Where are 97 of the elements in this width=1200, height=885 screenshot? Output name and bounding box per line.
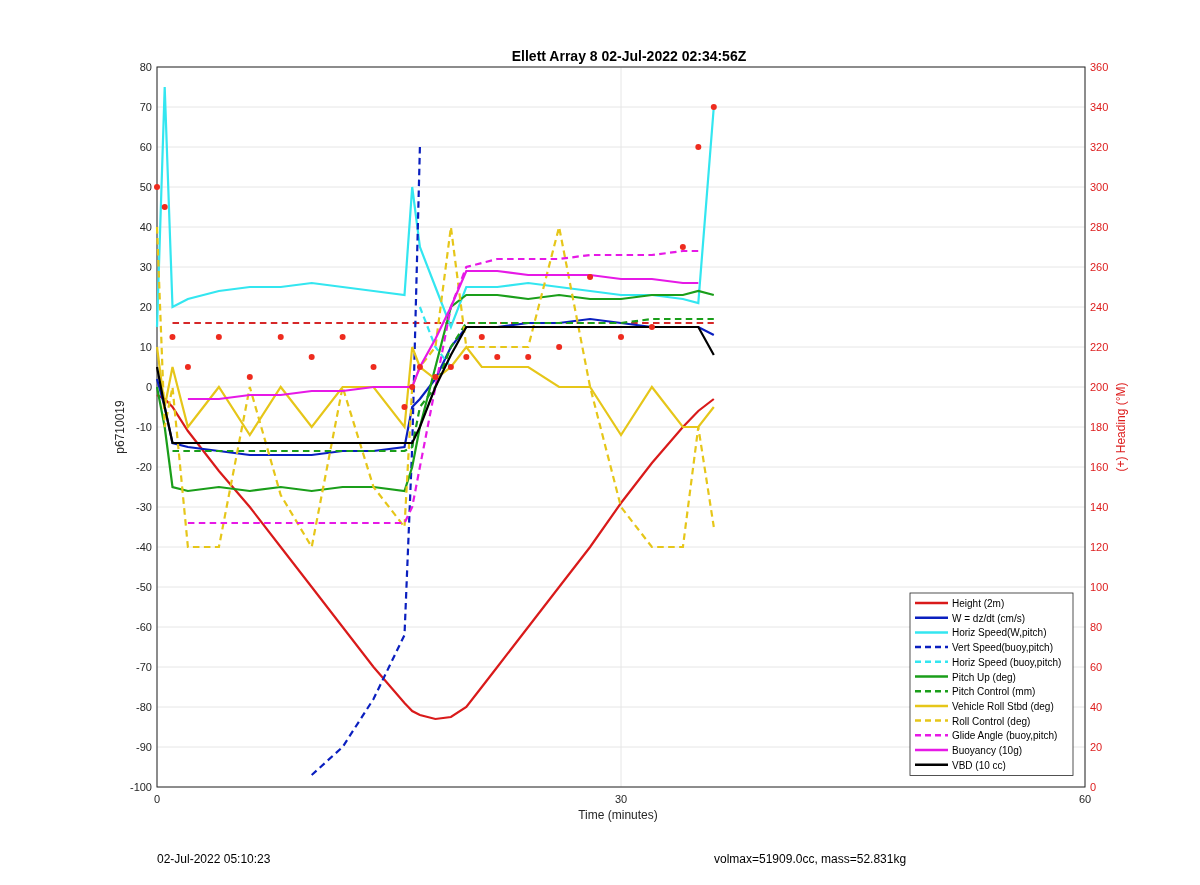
- y2-tick-label: 220: [1090, 341, 1109, 353]
- point: [710, 104, 717, 110]
- point: [154, 184, 160, 190]
- point: [618, 334, 624, 340]
- y-tick-label: -100: [129, 781, 152, 793]
- point: [370, 364, 377, 370]
- legend-line-sample: [915, 734, 948, 737]
- timestamp: 02-Jul-2022 05:10:23: [157, 851, 272, 868]
- legend-label: W = dz/dt (cm/s): [952, 612, 1026, 624]
- point: [432, 374, 439, 380]
- x-axis-label: Time (minutes): [578, 808, 658, 822]
- y2-tick-label: 360: [1090, 61, 1109, 73]
- legend-label: Vehicle Roll Stbd (deg): [952, 700, 1054, 712]
- legend-line-sample: [915, 748, 948, 752]
- point: [246, 374, 253, 380]
- point: [339, 334, 346, 340]
- y-tick-label: 40: [139, 221, 152, 233]
- point: [169, 334, 176, 340]
- legend-line-sample: [915, 660, 948, 664]
- legend-line-sample: [915, 763, 948, 766]
- legend-label: Buoyancy (10g): [952, 745, 1023, 756]
- y2-tick-label: 320: [1090, 141, 1109, 153]
- y-tick-label: 80: [139, 61, 152, 73]
- y2-tick-label: 120: [1090, 541, 1109, 553]
- y-tick-label: -70: [136, 661, 152, 673]
- point: [401, 404, 408, 410]
- legend-line-sample: [915, 601, 948, 605]
- point: [556, 344, 563, 350]
- y-tick-label: -80: [136, 701, 152, 713]
- x-tick-label: 0: [153, 793, 161, 805]
- point: [409, 384, 416, 390]
- y2-tick-label: 260: [1090, 261, 1109, 273]
- legend-label: Glide Angle (buoy,pitch): [952, 730, 1058, 742]
- legend-label: Height (2m): [952, 598, 1005, 609]
- y2-tick-label: 100: [1090, 581, 1109, 593]
- legend-label: Pitch Up (deg): [952, 671, 1016, 683]
- y-tick-label: 50: [139, 181, 152, 193]
- point: [277, 334, 284, 340]
- point: [463, 354, 470, 360]
- legend-line-sample: [915, 719, 948, 722]
- y-tick-label: -90: [136, 741, 152, 753]
- y-tick-label: 30: [139, 261, 152, 273]
- point: [478, 334, 485, 340]
- y-tick-label: -50: [136, 581, 152, 593]
- y-tick-label: 20: [139, 301, 152, 313]
- y2-tick-label: 300: [1090, 181, 1109, 193]
- y2-tick-label: 160: [1090, 461, 1109, 473]
- y-tick-label: 10: [139, 341, 152, 353]
- legend-line-sample: [915, 616, 948, 619]
- x-tick-label: 30: [614, 793, 628, 805]
- point: [525, 354, 532, 360]
- y-axis-label: p6710019: [113, 400, 127, 454]
- chart-title: Ellett Array 8 02-Jul-2022 02:34:56Z: [511, 48, 747, 64]
- point: [416, 364, 423, 370]
- legend-label: VBD (10 cc): [952, 759, 1006, 771]
- y-tick-label: 60: [139, 141, 152, 153]
- point: [494, 354, 501, 360]
- legend-label: Roll Control (deg): [952, 715, 1031, 727]
- point: [184, 364, 191, 370]
- legend-label: Vert Speed(buoy,pitch): [952, 642, 1053, 654]
- point: [161, 204, 168, 210]
- y2-tick-label: 280: [1090, 221, 1109, 233]
- legend-line-sample: [915, 689, 948, 693]
- x-tick-label: 60: [1078, 793, 1092, 805]
- point: [695, 144, 702, 150]
- legend-line-sample: [915, 675, 948, 678]
- y-tick-label: -10: [136, 421, 152, 433]
- y2-tick-label: 40: [1090, 701, 1103, 713]
- point: [587, 274, 594, 280]
- y2-tick-label: 240: [1090, 301, 1109, 313]
- y2-tick-label: 20: [1090, 741, 1103, 753]
- y2-tick-label: 140: [1090, 501, 1109, 513]
- y2-tick-label: 60: [1090, 661, 1103, 673]
- y-tick-label: -40: [136, 541, 152, 553]
- point: [308, 354, 315, 360]
- legend-label: Pitch Control (mm): [952, 686, 1036, 698]
- y2-tick-label: 340: [1090, 101, 1109, 113]
- y2-tick-label: 0: [1090, 781, 1097, 793]
- y-tick-label: -60: [136, 621, 152, 633]
- point: [447, 364, 454, 370]
- y-tick-label: 70: [139, 101, 152, 113]
- y2-tick-label: 80: [1090, 621, 1103, 633]
- y-tick-label: -30: [136, 501, 152, 513]
- legend-label: Horiz Speed (buoy,pitch): [952, 656, 1062, 668]
- y-tick-label: -20: [136, 461, 152, 473]
- legend-line-sample: [915, 631, 948, 634]
- y-tick-label: 0: [145, 381, 152, 393]
- volume-mass-info: volmax=51909.0cc, mass=52.831kg: [714, 851, 907, 868]
- legend-line-sample: [915, 645, 948, 649]
- y2-tick-label: 180: [1090, 421, 1109, 433]
- y2-tick-label: 200: [1090, 381, 1109, 393]
- point: [215, 334, 222, 340]
- y2-axis-label: (+) Heading (°M): [1114, 382, 1128, 472]
- legend-line-sample: [915, 704, 948, 708]
- point: [648, 324, 655, 330]
- point: [679, 244, 686, 250]
- legend-label: Horiz Speed(W,pitch): [952, 627, 1047, 639]
